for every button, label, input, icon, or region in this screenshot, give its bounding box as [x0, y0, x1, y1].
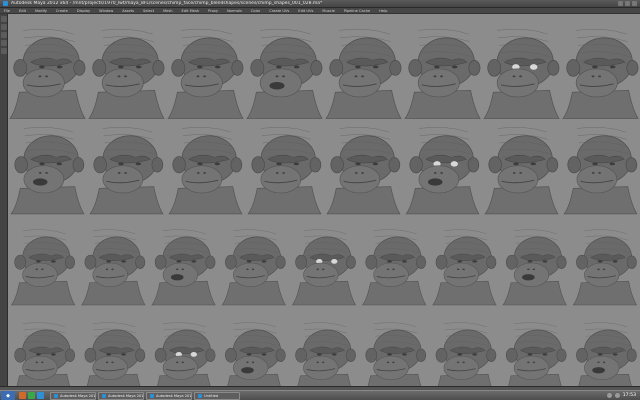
taskbar-task[interactable]: Untitled	[194, 391, 240, 400]
chimp-heads-canvas	[9, 28, 639, 386]
chimp-head-model[interactable]	[9, 28, 86, 119]
task-label: Autodesk Maya 201...	[156, 393, 192, 398]
menu-proxy[interactable]: Proxy	[208, 9, 218, 13]
chimp-head-model[interactable]	[292, 322, 356, 386]
menu-display[interactable]: Display	[77, 9, 90, 13]
menu-create[interactable]: Create	[56, 9, 68, 13]
task-label: Autodesk Maya 201...	[60, 393, 96, 398]
chimp-head-model[interactable]	[502, 229, 567, 306]
task-app-icon	[102, 393, 106, 398]
task-label: Autodesk Maya 201...	[108, 393, 144, 398]
task-app-icon	[198, 393, 202, 398]
rotate-tool-icon[interactable]	[1, 40, 7, 46]
chimp-head-model[interactable]	[405, 127, 480, 215]
select-tool-icon[interactable]	[1, 16, 7, 22]
chimp-head-model[interactable]	[82, 322, 146, 386]
chimp-head-model[interactable]	[361, 229, 427, 306]
chimp-head-model[interactable]	[572, 229, 638, 306]
chimp-head-model[interactable]	[562, 28, 639, 119]
chimp-head-model[interactable]	[503, 322, 567, 386]
menu-edit[interactable]: Edit	[19, 9, 26, 13]
taskbar-tasks: Autodesk Maya 201... Autodesk Maya 201...…	[50, 391, 240, 400]
quick-launch	[19, 392, 44, 399]
chimp-head-model[interactable]	[404, 28, 481, 119]
taskbar-clock: 17:53	[622, 393, 636, 398]
chimp-head-model[interactable]	[563, 127, 638, 215]
chimp-head-model[interactable]	[433, 322, 497, 386]
chimp-head-model[interactable]	[222, 322, 286, 386]
system-tray: 17:53	[606, 393, 640, 398]
menu-select[interactable]: Select	[143, 9, 154, 13]
minimize-icon[interactable]	[618, 1, 623, 6]
menu-modify[interactable]: Modify	[35, 9, 47, 13]
menu-help[interactable]: Help	[379, 9, 387, 13]
menu-muscle[interactable]: Muscle	[322, 9, 334, 13]
window-titlebar: Autodesk Maya 2012 x64 - /mnt/projects/1…	[0, 0, 640, 8]
maya-launch-icon[interactable]	[37, 392, 44, 399]
window-controls	[618, 1, 640, 6]
chimp-head-model[interactable]	[167, 28, 244, 119]
chimp-head-model[interactable]	[10, 127, 85, 215]
task-app-icon	[54, 393, 58, 398]
task-app-icon	[150, 393, 154, 398]
chimp-head-model[interactable]	[89, 127, 164, 215]
chimp-head-model[interactable]	[573, 322, 637, 386]
chimp-head-model[interactable]	[432, 229, 497, 306]
close-icon[interactable]	[632, 1, 637, 6]
chimp-head-model[interactable]	[246, 28, 323, 119]
volume-icon[interactable]	[614, 393, 620, 398]
taskbar-task[interactable]: Autodesk Maya 201...	[146, 391, 192, 400]
chimp-head-model[interactable]	[483, 28, 560, 119]
move-tool-icon[interactable]	[1, 32, 7, 38]
chimp-head-model[interactable]	[151, 229, 216, 306]
menu-mesh[interactable]: Mesh	[163, 9, 172, 13]
chimp-head-model[interactable]	[247, 127, 322, 215]
chimp-head-model[interactable]	[291, 229, 357, 306]
chimp-head-model[interactable]	[363, 322, 427, 386]
tool-box	[0, 14, 8, 386]
window-title: Autodesk Maya 2012 x64 - /mnt/projects/1…	[11, 1, 323, 6]
scale-tool-icon[interactable]	[1, 48, 7, 54]
task-label: Untitled	[204, 393, 219, 398]
taskbar-task[interactable]: Autodesk Maya 201...	[50, 391, 96, 400]
browser-icon[interactable]	[19, 392, 26, 399]
file-manager-icon[interactable]	[28, 392, 35, 399]
menu-edit-uvs[interactable]: Edit UVs	[298, 9, 313, 13]
chimp-head-model[interactable]	[221, 229, 286, 306]
chimp-head-model[interactable]	[12, 322, 75, 386]
3d-viewport[interactable]	[8, 14, 640, 386]
network-icon[interactable]	[606, 393, 612, 398]
menu-window[interactable]: Window	[99, 9, 113, 13]
chimp-head-model[interactable]	[168, 127, 243, 215]
menu-normals[interactable]: Normals	[227, 9, 242, 13]
chimp-head-model[interactable]	[326, 127, 401, 215]
menu-pipeline-cache[interactable]: Pipeline Cache	[344, 9, 370, 13]
chimp-head-model[interactable]	[325, 28, 402, 119]
maya-app-icon	[3, 1, 8, 6]
lasso-tool-icon[interactable]	[1, 24, 7, 30]
menu-edit-mesh[interactable]: Edit Mesh	[182, 9, 200, 13]
taskbar-task[interactable]: Autodesk Maya 201...	[98, 391, 144, 400]
menu-file[interactable]: File	[4, 9, 10, 13]
os-taskbar: ◆ Autodesk Maya 201... Autodesk Maya 201.…	[0, 390, 640, 400]
menu-create-uvs[interactable]: Create UVs	[269, 9, 289, 13]
chimp-head-model[interactable]	[81, 229, 146, 306]
start-button[interactable]: ◆	[1, 391, 15, 400]
chimp-head-model[interactable]	[484, 127, 559, 215]
chimp-head-model[interactable]	[152, 322, 216, 386]
chimp-head-model[interactable]	[10, 229, 76, 306]
menu-color[interactable]: Color	[251, 9, 260, 13]
menu-assets[interactable]: Assets	[122, 9, 134, 13]
maximize-icon[interactable]	[625, 1, 630, 6]
chimp-head-model[interactable]	[88, 28, 165, 119]
